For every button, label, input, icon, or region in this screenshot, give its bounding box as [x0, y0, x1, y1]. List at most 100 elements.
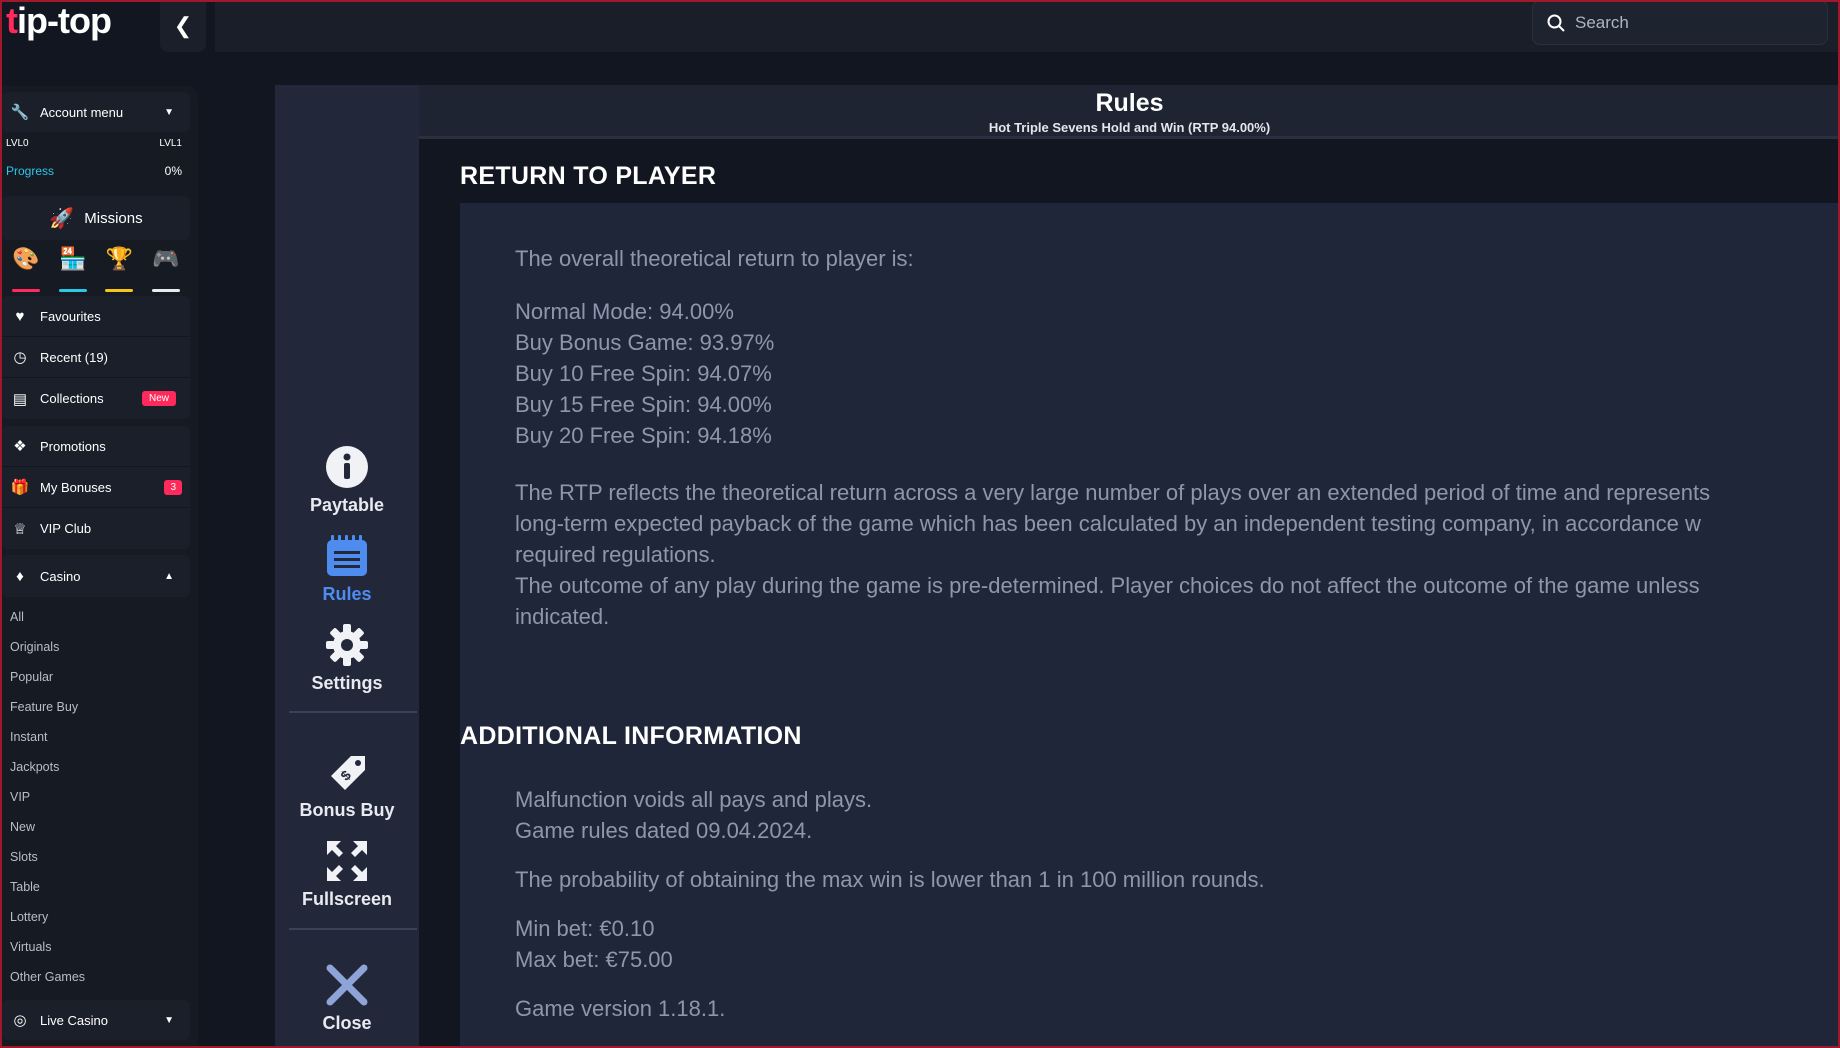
casino-subitem-table[interactable]: Table: [2, 872, 190, 902]
rtp-list-item: Buy 10 Free Spin: 94.07%: [515, 361, 772, 386]
close-icon: [326, 964, 368, 1006]
sidebar-casino-toggle[interactable]: ♦ Casino ▲: [2, 555, 190, 597]
fullscreen-button[interactable]: Fullscreen: [275, 839, 419, 910]
search-placeholder: Search: [1575, 12, 1629, 32]
caret-up-icon: ▲: [164, 570, 174, 582]
progress-label: Progress: [6, 164, 55, 178]
paytable-button[interactable]: Paytable: [275, 445, 419, 516]
mission-icons: 🎨 🏪 🏆 🎮: [2, 246, 190, 294]
price-tag-icon: $: [331, 756, 365, 790]
rtp-paragraph: The RTP reflects the theoretical return …: [515, 477, 1840, 570]
casino-subitem-other-games[interactable]: Other Games: [2, 962, 190, 992]
rules-date-text: Game rules dated 09.04.2024.: [515, 818, 813, 843]
rtp-paragraph-line: The RTP reflects the theoretical return …: [515, 480, 1711, 505]
collapse-sidebar-button[interactable]: ❮: [160, 0, 206, 52]
mission-store[interactable]: 🏪: [53, 246, 93, 292]
rtp-list-item: Normal Mode: 94.00%: [515, 299, 734, 324]
game-menu: Paytable Rules Settings $ Bonus Buy Full…: [275, 85, 419, 1048]
rules-panel: Rules Hot Triple Sevens Hold and Win (RT…: [419, 85, 1840, 1048]
settings-button[interactable]: Settings: [275, 623, 419, 694]
casino-subitem-vip[interactable]: VIP: [2, 782, 190, 812]
rtp-list-item: Buy 15 Free Spin: 94.00%: [515, 392, 772, 417]
sidebar-item-recent[interactable]: ◷ Recent (19): [2, 337, 190, 378]
additional-info-heading: ADDITIONAL INFORMATION: [460, 722, 802, 750]
heart-icon: ♥: [15, 307, 25, 325]
store-icon: 🏪: [58, 246, 87, 271]
sidebar-item-favourites[interactable]: ♥ Favourites: [2, 296, 190, 337]
wrench-icon: 🔧: [10, 104, 30, 121]
rtp-paragraph-line: required regulations.: [515, 542, 716, 567]
notepad-icon: [327, 535, 367, 576]
rtp-outcome-line: The outcome of any play during the game …: [515, 573, 1700, 598]
additional-info-panel: Malfunction voids all pays and plays. Ga…: [460, 764, 1840, 1048]
mission-games[interactable]: 🎮: [146, 246, 186, 292]
casino-subitem-virtuals[interactable]: Virtuals: [2, 932, 190, 962]
rtp-heading: RETURN TO PLAYER: [460, 162, 717, 190]
progress-value: 0%: [164, 164, 182, 178]
missions-button[interactable]: 🚀 Missions: [2, 196, 190, 240]
search-input[interactable]: Search: [1532, 0, 1828, 45]
sidebar-item-collections[interactable]: ▤ Collections New: [2, 378, 190, 419]
close-button[interactable]: Close: [275, 963, 419, 1034]
casino-subitem-lottery[interactable]: Lottery: [2, 902, 190, 932]
trophy-icon: 🏆: [105, 246, 134, 271]
rtp-panel: The overall theoretical return to player…: [460, 203, 1840, 785]
new-badge: New: [141, 391, 176, 406]
rules-header: Rules Hot Triple Sevens Hold and Win (RT…: [419, 85, 1840, 139]
clock-icon: ◷: [13, 349, 27, 366]
expand-icon: [327, 841, 367, 881]
casino-subitem-slots[interactable]: Slots: [2, 842, 190, 872]
sidebar-item-my-bonuses[interactable]: 🎁 My Bonuses 3: [2, 467, 190, 508]
casino-subitem-instant[interactable]: Instant: [2, 722, 190, 752]
mission-trophy[interactable]: 🏆: [99, 246, 139, 292]
top-bar: tip-top ❮ Search: [0, 0, 1840, 52]
casino-subitem-originals[interactable]: Originals: [2, 632, 190, 662]
casino-subitem-new[interactable]: New: [2, 812, 190, 842]
max-win-probability-text: The probability of obtaining the max win…: [515, 867, 1265, 892]
rtp-list-item: Buy 20 Free Spin: 94.18%: [515, 423, 772, 448]
sidebar-item-vip-club[interactable]: ♕ VIP Club: [2, 508, 190, 549]
collection-icon: ▤: [12, 390, 28, 408]
sidebar-item-promotions[interactable]: ❖ Promotions: [2, 426, 190, 467]
progress-row: Progress 0%: [6, 164, 182, 178]
mission-wheel[interactable]: 🎨: [6, 246, 46, 292]
gift-icon: 🎁: [10, 479, 30, 496]
caret-down-icon: ▼: [164, 106, 174, 118]
tag-icon: ❖: [13, 438, 27, 455]
rtp-intro: The overall theoretical return to player…: [515, 246, 914, 271]
casino-subitem-feature-buy[interactable]: Feature Buy: [2, 692, 190, 722]
bonus-buy-button[interactable]: $ Bonus Buy: [275, 750, 419, 821]
menu-divider: [289, 711, 417, 713]
level-left: LVL0: [6, 138, 29, 149]
sidebar-group-personal: ♥ Favourites ◷ Recent (19) ▤ Collections New: [2, 296, 190, 419]
info-icon: [326, 446, 368, 488]
sidebar-group-rewards: ❖ Promotions 🎁 My Bonuses 3 ♕ VIP Club: [2, 426, 190, 549]
account-menu-button[interactable]: 🔧 Account menu ▼: [2, 92, 190, 132]
bonuses-count-badge: 3: [164, 479, 182, 495]
casino-subitem-all[interactable]: All: [2, 602, 190, 632]
sidebar-live-casino-toggle[interactable]: ◎ Live Casino ▼: [2, 1000, 190, 1040]
malfunction-text: Malfunction voids all pays and plays.: [515, 787, 873, 812]
casino-subitem-jackpots[interactable]: Jackpots: [2, 752, 190, 782]
rtp-outcome-paragraph: The outcome of any play during the game …: [515, 570, 1840, 632]
account-menu-label: Account menu: [40, 104, 124, 120]
rtp-list: Normal Mode: 94.00% Buy Bonus Game: 93.97…: [515, 296, 1840, 451]
rtp-outcome-line: indicated.: [515, 604, 610, 629]
gamepad-icon: 🎮: [152, 246, 180, 271]
rtp-list-item: Buy Bonus Game: 93.97%: [515, 330, 775, 355]
caret-down-icon: ▼: [164, 1014, 174, 1026]
rocket-icon: 🚀: [49, 207, 75, 230]
rules-subtitle: Hot Triple Sevens Hold and Win (RTP 94.0…: [988, 120, 1271, 135]
level-right: LVL1: [159, 138, 182, 149]
rules-button[interactable]: Rules: [275, 534, 419, 605]
crown-icon: ♕: [13, 520, 27, 538]
gear-icon: [326, 624, 368, 666]
diamond-icon: ♦: [16, 567, 24, 585]
chevron-left-icon: ❮: [173, 13, 193, 38]
casino-subitem-popular[interactable]: Popular: [2, 662, 190, 692]
level-row: LVL0 LVL1: [6, 138, 182, 149]
wheel-icon: 🎨: [12, 246, 40, 271]
search-icon: [1547, 14, 1565, 32]
missions-label: Missions: [84, 209, 143, 227]
logo[interactable]: tip-top: [6, 0, 112, 42]
